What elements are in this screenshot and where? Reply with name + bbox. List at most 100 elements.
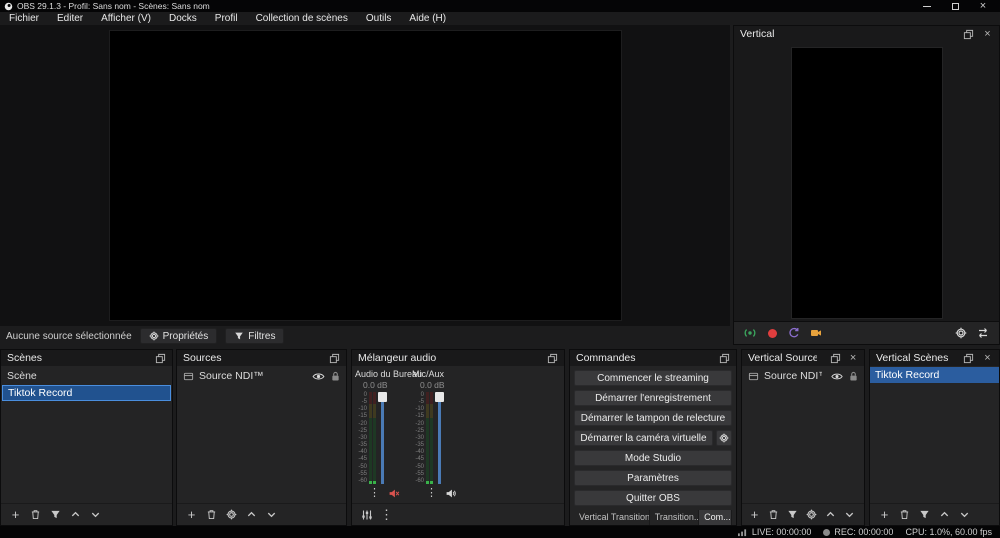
close-dock-icon[interactable]: × (981, 28, 994, 41)
program-canvas[interactable] (109, 30, 622, 321)
scenes-dock-header[interactable]: Scènes (1, 350, 172, 366)
mixer-config-icon[interactable] (359, 507, 374, 522)
scene-item-selected[interactable]: Tiktok Record (870, 367, 999, 383)
vertical-settings-button[interactable] (953, 325, 969, 341)
menu-tools[interactable]: Outils (357, 12, 401, 25)
visibility-eye-icon[interactable] (831, 372, 843, 381)
source-properties-button[interactable] (804, 507, 819, 522)
menu-file[interactable]: Fichier (0, 12, 48, 25)
vertical-preview-area (734, 42, 999, 321)
tab-commands[interactable]: Com... (699, 510, 732, 525)
close-dock-icon[interactable]: × (847, 352, 859, 365)
popout-icon[interactable] (962, 352, 975, 365)
source-up-button[interactable] (823, 507, 838, 522)
scene-down-button[interactable] (88, 507, 103, 522)
commands-dock-header[interactable]: Commandes (570, 350, 736, 366)
record-status-icon (823, 528, 831, 536)
popout-icon[interactable] (962, 28, 975, 41)
vertical-sources-header[interactable]: Vertical Sources × (742, 350, 864, 366)
tab-vertical-transition[interactable]: Vertical Transition... (574, 510, 650, 525)
menu-view[interactable]: Afficher (V) (92, 12, 160, 25)
menu-profile[interactable]: Profil (206, 12, 247, 25)
mixer-dock-header[interactable]: Mélangeur audio (352, 350, 564, 366)
vertical-record-button[interactable] (764, 325, 780, 341)
source-item[interactable]: Source NDI™ (178, 368, 345, 384)
settings-button[interactable]: Paramètres (574, 470, 732, 486)
volume-slider[interactable] (435, 392, 444, 484)
menu-help[interactable]: Aide (H) (400, 12, 455, 25)
start-virtual-camera-button[interactable]: Démarrer la caméra virtuelle (574, 430, 713, 446)
scene-up-button[interactable] (937, 507, 952, 522)
vertical-camera-button[interactable] (808, 325, 824, 341)
scene-filters-button[interactable] (48, 507, 63, 522)
close-button[interactable]: × (978, 0, 988, 12)
scene-item-selected[interactable]: Tiktok Record (2, 385, 171, 401)
speaker-icon[interactable] (445, 488, 457, 499)
sources-dock-header[interactable]: Sources (177, 350, 346, 366)
mixer-menu-icon[interactable]: ⋮ (379, 507, 394, 522)
maximize-button[interactable] (950, 2, 960, 11)
channel-menu-icon[interactable]: ⋮ (426, 488, 437, 499)
channel-volume: 0.0 dB (363, 380, 388, 390)
remove-source-button[interactable] (204, 507, 219, 522)
source-down-button[interactable] (264, 507, 279, 522)
scene-down-button[interactable] (957, 507, 972, 522)
menu-edit[interactable]: Editer (48, 12, 92, 25)
vertical-scenes-toolbar: + (870, 503, 999, 525)
source-up-button[interactable] (244, 507, 259, 522)
vertical-dock-header[interactable]: Vertical × (734, 26, 999, 42)
close-dock-icon[interactable]: × (981, 352, 994, 365)
studio-mode-button[interactable]: Mode Studio (574, 450, 732, 466)
remove-scene-button[interactable] (28, 507, 43, 522)
virtual-camera-config-button[interactable] (716, 430, 732, 446)
add-scene-button[interactable]: + (877, 507, 892, 522)
visibility-eye-icon[interactable] (312, 372, 325, 381)
record-icon (767, 328, 777, 338)
scene-item[interactable]: Scène (2, 368, 171, 384)
start-replay-buffer-button[interactable]: Démarrer le tampon de relecture (574, 410, 732, 426)
menu-scene-collection[interactable]: Collection de scènes (247, 12, 357, 25)
vertical-sources-dock: Vertical Sources × Source NDI™ + (741, 349, 865, 526)
volume-slider[interactable] (378, 392, 387, 484)
mute-speaker-icon[interactable] (388, 488, 400, 499)
properties-button[interactable]: Propriétés (139, 328, 218, 344)
start-streaming-button[interactable]: Commencer le streaming (574, 370, 732, 386)
add-source-button[interactable]: + (747, 507, 762, 522)
filters-button[interactable]: Filtres (225, 328, 285, 344)
channel-name: Audio du Bureau (355, 369, 423, 379)
popout-icon[interactable] (829, 352, 841, 365)
lock-icon[interactable] (849, 371, 858, 382)
add-source-button[interactable]: + (184, 507, 199, 522)
scene-up-button[interactable] (68, 507, 83, 522)
source-down-button[interactable] (842, 507, 857, 522)
menu-docks[interactable]: Docks (160, 12, 206, 25)
title-bar: OBS 29.1.3 - Profil: Sans nom - Scènes: … (0, 0, 1000, 12)
sources-dock: Sources Source NDI™ + (176, 349, 347, 526)
minimize-button[interactable] (922, 2, 932, 11)
scene-filters-button[interactable] (917, 507, 932, 522)
vertical-sources-title: Vertical Sources (748, 352, 818, 364)
vertical-backtrack-button[interactable] (786, 325, 802, 341)
vertical-swap-button[interactable] (975, 325, 991, 341)
popout-icon[interactable] (718, 352, 731, 365)
popout-icon[interactable] (328, 352, 341, 365)
vertical-canvas[interactable] (791, 47, 943, 319)
vertical-scenes-header[interactable]: Vertical Scènes × (870, 350, 999, 366)
lock-icon[interactable] (331, 371, 340, 382)
remove-scene-button[interactable] (897, 507, 912, 522)
source-properties-button[interactable] (224, 507, 239, 522)
main-preview-area (0, 25, 730, 326)
mixer-toolbar: ⋮ (352, 503, 564, 525)
tab-transition[interactable]: Transition... (650, 510, 700, 525)
remove-source-button[interactable] (766, 507, 781, 522)
start-recording-button[interactable]: Démarrer l'enregistrement (574, 390, 732, 406)
quit-obs-button[interactable]: Quitter OBS (574, 490, 732, 506)
vertical-stream-button[interactable] (742, 325, 758, 341)
source-item[interactable]: Source NDI™ (743, 368, 863, 384)
add-scene-button[interactable]: + (8, 507, 23, 522)
source-filters-button[interactable] (785, 507, 800, 522)
popout-icon[interactable] (154, 352, 167, 365)
channel-volume: 0.0 dB (420, 380, 445, 390)
channel-menu-icon[interactable]: ⋮ (369, 488, 380, 499)
popout-icon[interactable] (546, 352, 559, 365)
